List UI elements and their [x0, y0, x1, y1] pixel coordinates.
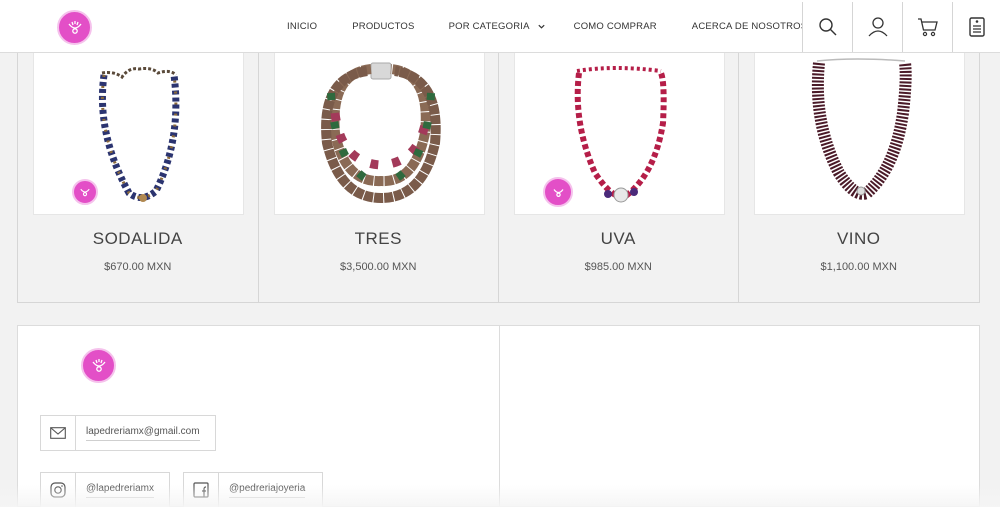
- product-price: $670.00 MXN: [104, 261, 172, 273]
- brand-logo-icon: [553, 188, 563, 197]
- nav-acerca[interactable]: ACERCA DE NOSOTROS: [692, 21, 808, 32]
- brand-logo[interactable]: [57, 10, 92, 45]
- product-card[interactable]: UVA $985.00 MXN: [499, 53, 739, 302]
- nav-por-categoria[interactable]: POR CATEGORIA: [449, 21, 546, 32]
- chevron-down-icon: [538, 24, 545, 29]
- orders-button[interactable]: [952, 2, 1000, 52]
- product-name[interactable]: TRES: [259, 229, 499, 249]
- email-link[interactable]: lapedreriamx@gmail.com: [40, 415, 216, 451]
- nav-productos-label: PRODUCTOS: [352, 21, 415, 32]
- email-text: lapedreriamx@gmail.com: [86, 426, 200, 441]
- badge-logo: [72, 179, 98, 205]
- facebook-text: @pedreriajoyeria: [229, 483, 306, 498]
- cart-icon: [917, 18, 938, 37]
- order-list-icon: [968, 17, 985, 37]
- nav-acerca-label: ACERCA DE NOSOTROS: [691, 21, 808, 32]
- mail-icon-box: [41, 416, 76, 450]
- badge-logo: [543, 177, 573, 207]
- account-button[interactable]: [852, 2, 902, 52]
- nav-productos[interactable]: PRODUCTOS: [352, 21, 414, 32]
- instagram-icon-box: [41, 473, 76, 507]
- mail-icon: [50, 427, 66, 439]
- product-card[interactable]: SODALIDA $670.00 MXN: [18, 53, 259, 302]
- necklace-image: [320, 62, 441, 204]
- product-image-uva[interactable]: [514, 53, 725, 215]
- account-icon: [868, 17, 887, 37]
- brand-logo-icon: [80, 188, 90, 197]
- product-name[interactable]: SODALIDA: [18, 229, 258, 249]
- brand-logo-icon: [67, 20, 82, 34]
- search-icon: [818, 18, 836, 36]
- instagram-text: @lapedreriamx: [86, 483, 154, 498]
- product-grid: SODALIDA $670.00 MXN TRES $3,500.00 MXN: [17, 53, 980, 303]
- site-footer: lapedreriamx@gmail.com @lapedreriamx @pe…: [17, 325, 980, 507]
- product-card[interactable]: VINO $1,100.00 MXN: [739, 53, 980, 302]
- product-image-vino[interactable]: [753, 53, 965, 215]
- footer-contact-column: lapedreriamx@gmail.com @lapedreriamx @pe…: [18, 326, 500, 507]
- cart-button[interactable]: [902, 2, 952, 52]
- brand-logo-icon: [91, 358, 106, 372]
- facebook-icon: [193, 482, 209, 498]
- nav-inicio-label: INICIO: [287, 21, 318, 32]
- site-header: INICIO PRODUCTOS POR CATEGORIA COMO COMP…: [0, 0, 1000, 53]
- necklace-image: [811, 58, 912, 200]
- product-name[interactable]: UVA: [499, 229, 738, 249]
- instagram-icon: [50, 482, 66, 498]
- product-card[interactable]: TRES $3,500.00 MXN: [259, 53, 499, 302]
- facebook-icon-box: [184, 473, 219, 507]
- facebook-link[interactable]: @pedreriajoyeria: [183, 472, 323, 507]
- product-price: $985.00 MXN: [584, 261, 652, 273]
- product-price: $3,500.00 MXN: [340, 261, 417, 273]
- nav-inicio[interactable]: INICIO: [287, 21, 317, 32]
- nav-por-categoria-label: POR CATEGORIA: [448, 21, 530, 32]
- footer-right-column: [500, 326, 979, 506]
- search-button[interactable]: [802, 2, 852, 52]
- footer-logo[interactable]: [81, 348, 116, 383]
- nav-como-comprar-label: COMO COMPRAR: [573, 21, 657, 32]
- product-name[interactable]: VINO: [739, 229, 980, 249]
- instagram-link[interactable]: @lapedreriamx: [40, 472, 170, 507]
- product-image-tres[interactable]: [273, 53, 485, 215]
- main-nav: INICIO PRODUCTOS POR CATEGORIA COMO COMP…: [270, 0, 807, 53]
- product-image-sodalida[interactable]: [33, 53, 244, 215]
- necklace-image: [98, 67, 180, 202]
- product-price: $1,100.00 MXN: [820, 261, 897, 273]
- nav-como-comprar[interactable]: COMO COMPRAR: [574, 21, 657, 32]
